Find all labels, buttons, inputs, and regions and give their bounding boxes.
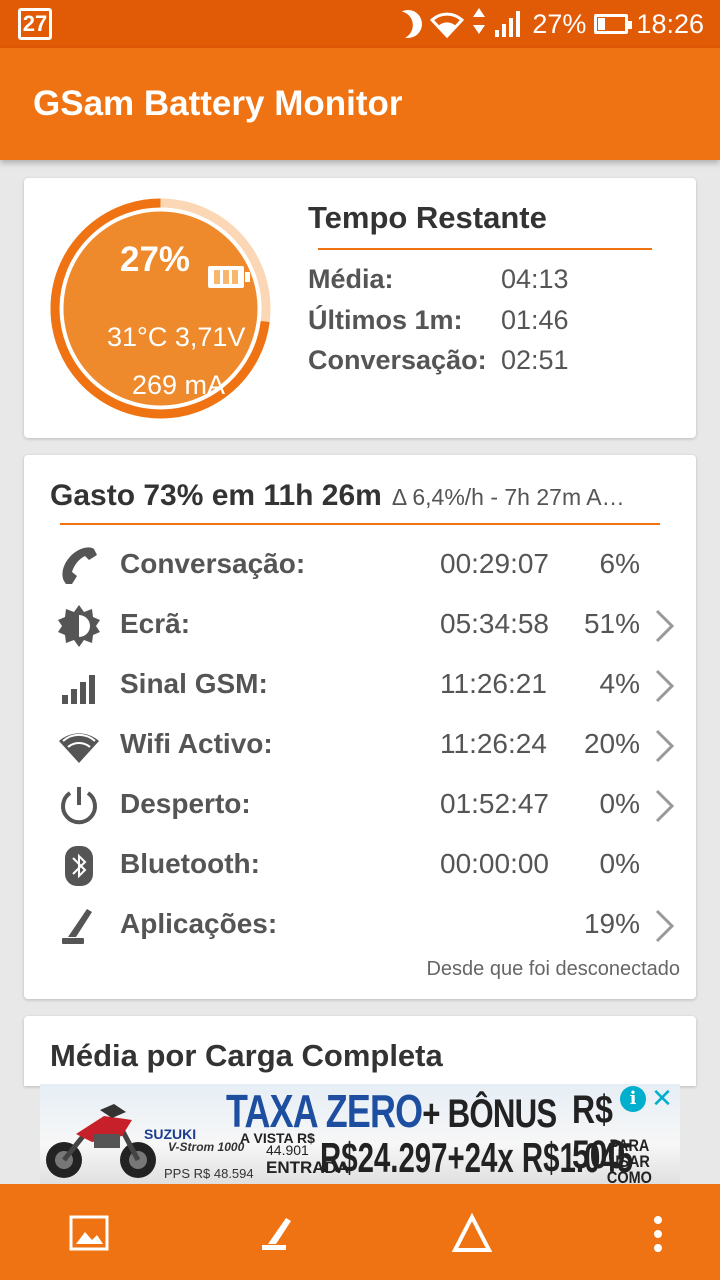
bluetooth-icon — [65, 846, 93, 886]
since-unplugged-note: Desde que foi desconectado — [426, 958, 680, 980]
ad-bonus: + BÔNUS — [422, 1092, 557, 1136]
usage-percent: 19% — [583, 908, 640, 939]
usage-time: 11:26:24 — [440, 728, 547, 759]
usage-percent: 51% — [583, 608, 640, 639]
usage-row-sinal-gsm[interactable]: Sinal GSM: 11:26:21 4% — [24, 655, 696, 715]
current-draw: 269 mA — [132, 370, 226, 400]
usage-header[interactable]: Gasto 73% em 11h 26m Δ 6,4%/h - 7h 27m A… — [50, 479, 625, 513]
usage-title: Gasto 73% em 11h 26m — [50, 479, 382, 512]
ad-pps: PPS R$ 48.594 — [164, 1166, 254, 1181]
ad-para-usar: PARA USAR COMO QUISER — [606, 1136, 652, 1184]
usage-row-wifi[interactable]: Wifi Activo: 11:26:24 20% — [24, 715, 696, 775]
calendar-icon: 27 — [18, 8, 52, 40]
usage-row-conversacao: Conversação: 00:29:07 6% — [24, 535, 696, 595]
media-carga-title: Média por Carga Completa — [50, 1038, 443, 1073]
status-bar: 27 27% 18:26 — [0, 0, 720, 48]
usage-row-bluetooth: Bluetooth: 00:00:00 0% — [24, 835, 696, 895]
ad-model: V-Strom 1000 — [168, 1140, 245, 1154]
usage-row-ecra[interactable]: Ecrã: 05:34:58 51% — [24, 595, 696, 655]
usage-label: Desperto: — [120, 788, 251, 819]
app-title: GSam Battery Monitor — [33, 84, 403, 123]
cell-signal-icon — [494, 10, 524, 38]
usage-rate: Δ 6,4%/h - 7h 27m A… — [391, 484, 625, 510]
status-icons: 27% 18:26 — [394, 0, 704, 48]
bottom-toolbar — [0, 1184, 720, 1280]
tempo-value: 02:51 — [501, 345, 569, 375]
usage-label: Aplicações: — [120, 908, 278, 939]
tempo-label: Últimos 1m: — [308, 305, 463, 335]
usage-label: Conversação: — [120, 548, 306, 579]
battery-icon — [208, 266, 250, 288]
media-carga-card[interactable]: Média por Carga Completa — [24, 1016, 696, 1086]
signal-bars-icon — [62, 675, 95, 704]
tempo-restante-title: Tempo Restante — [308, 200, 547, 235]
tempo-row: Últimos 1m: 01:46 — [308, 305, 569, 336]
apps-icon — [62, 909, 92, 944]
tempo-label: Média: — [308, 264, 394, 294]
wifi-icon — [59, 733, 99, 763]
ad-info-icon[interactable]: i — [620, 1086, 646, 1112]
temperature-voltage: 31°C 3,71V — [107, 322, 246, 352]
ad-banner[interactable]: SUZUKI V-Strom 1000 PPS R$ 48.594 TAXA Z… — [40, 1084, 680, 1184]
battery-percent-text: 27% — [532, 8, 587, 39]
usage-time: 11:26:21 — [440, 668, 547, 699]
battery-summary-card[interactable]: 27% 31°C 3,71V 269 mA Tempo Restante Méd… — [24, 178, 696, 438]
calendar-day: 27 — [22, 11, 48, 36]
tempo-value: 04:13 — [501, 264, 569, 294]
battery-percent: 27% — [120, 240, 191, 279]
chevron-right-icon[interactable] — [652, 908, 678, 944]
usage-percent: 4% — [599, 668, 640, 699]
image-icon[interactable] — [68, 1212, 112, 1256]
tempo-row: Conversação: 02:51 — [308, 345, 569, 376]
power-icon — [61, 787, 97, 825]
usage-time: 00:29:07 — [440, 548, 549, 579]
tempo-value: 01:46 — [501, 305, 569, 335]
clock: 18:26 — [636, 8, 704, 39]
usage-time: 01:52:47 — [440, 788, 549, 819]
usage-label: Sinal GSM: — [120, 668, 268, 699]
tempo-label: Conversação: — [308, 345, 487, 375]
usage-row-aplicacoes[interactable]: Aplicações: 19% — [24, 895, 696, 955]
usage-label: Ecrã: — [120, 608, 191, 639]
app-bar: GSam Battery Monitor — [0, 48, 720, 160]
chevron-right-icon[interactable] — [652, 728, 678, 764]
usage-card: Gasto 73% em 11h 26m Δ 6,4%/h - 7h 27m A…… — [24, 455, 696, 999]
usage-row-desperto[interactable]: Desperto: 01:52:47 0% — [24, 775, 696, 835]
ad-price: R$24.297+24x R$1.045 — [320, 1134, 634, 1181]
usage-percent: 0% — [599, 788, 640, 819]
usage-time: 05:34:58 — [440, 608, 549, 639]
usage-label: Bluetooth: — [120, 848, 260, 879]
delta-icon[interactable] — [450, 1212, 494, 1256]
ad-a-vista-value: 44.901 — [266, 1142, 309, 1158]
usage-percent: 20% — [583, 728, 640, 759]
usage-percent: 0% — [599, 848, 640, 879]
screen-brightness-icon — [58, 605, 100, 647]
divider — [60, 523, 660, 525]
ad-close-icon[interactable]: ✕ — [648, 1084, 676, 1112]
usage-time: 00:00:00 — [440, 848, 549, 879]
gauge-readout: 27% 31°C 3,71V 269 mA — [50, 198, 270, 418]
phone-icon — [62, 547, 97, 584]
apps-icon[interactable] — [258, 1212, 302, 1256]
chevron-right-icon[interactable] — [652, 788, 678, 824]
usage-label: Wifi Activo: — [120, 728, 273, 759]
chevron-right-icon[interactable] — [652, 668, 678, 704]
tempo-row: Média: 04:13 — [308, 264, 569, 295]
battery-icon — [594, 14, 633, 34]
moon-icon — [390, 6, 426, 42]
data-arrows-icon — [472, 6, 486, 43]
usage-percent: 6% — [599, 548, 640, 579]
more-icon[interactable] — [636, 1212, 680, 1256]
wifi-icon — [430, 10, 465, 38]
chevron-right-icon[interactable] — [652, 608, 678, 644]
divider — [318, 248, 652, 250]
